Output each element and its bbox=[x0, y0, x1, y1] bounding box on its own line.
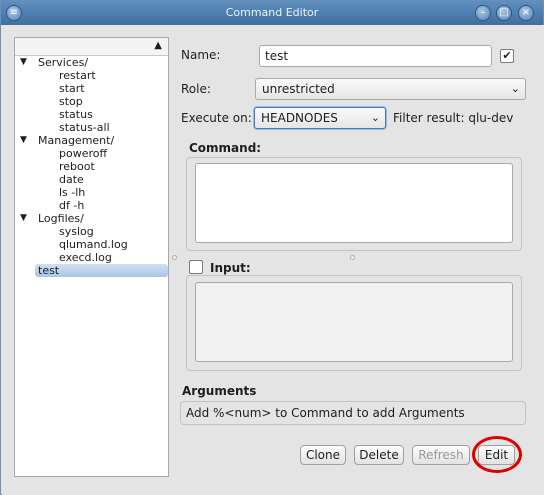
tree-item[interactable]: qlumand.log bbox=[15, 238, 168, 251]
arguments-label: Arguments bbox=[182, 384, 257, 398]
expand-arrow-icon[interactable]: ▼ bbox=[20, 212, 27, 225]
tree-item-label: test bbox=[38, 264, 60, 277]
tree-item-label: df -h bbox=[59, 199, 85, 212]
tree-item-label: ls -lh bbox=[59, 186, 86, 199]
command-editor-window: ≡ Command Editor – □ × ▲ ▼ Services/resta… bbox=[0, 0, 544, 495]
execute-on-select-value: HEADNODES bbox=[261, 111, 338, 125]
highlight-ring bbox=[472, 436, 522, 473]
close-icon[interactable]: × bbox=[518, 5, 534, 21]
tree-item[interactable]: restart bbox=[15, 69, 168, 82]
input-textarea[interactable] bbox=[195, 282, 513, 362]
tree-item-label: stop bbox=[59, 95, 83, 108]
content-area: ▲ ▼ Services/restart start stop status status… bbox=[2, 25, 544, 495]
execute-on-label: Execute on: bbox=[181, 111, 252, 125]
chevron-down-icon: ⌄ bbox=[510, 82, 520, 95]
command-label: Command: bbox=[189, 141, 262, 155]
tree-folder[interactable]: ▼ Services/ bbox=[15, 56, 168, 69]
tree-item-label: syslog bbox=[59, 225, 94, 238]
tree-item-label: Logfiles/ bbox=[38, 212, 84, 225]
tree-item[interactable]: syslog bbox=[15, 225, 168, 238]
check-icon: ✔ bbox=[502, 49, 512, 62]
delete-button[interactable]: Delete bbox=[354, 445, 404, 465]
expand-arrow-icon[interactable]: ▼ bbox=[20, 134, 27, 147]
minimize-icon[interactable]: – bbox=[475, 5, 491, 21]
refresh-button[interactable]: Refresh bbox=[412, 445, 470, 465]
tree-item[interactable]: status bbox=[15, 108, 168, 121]
tree-item[interactable]: start bbox=[15, 82, 168, 95]
role-select-value: unrestricted bbox=[262, 82, 335, 96]
tree-item-label: execd.log bbox=[59, 251, 112, 264]
tree-item-label: qlumand.log bbox=[59, 238, 128, 251]
tree-rows: ▼ Services/restart start stop status status-a… bbox=[15, 56, 168, 277]
splitter-handle-icon[interactable] bbox=[172, 255, 177, 260]
filter-result: Filter result: qlu-dev bbox=[393, 111, 514, 125]
tree-item[interactable]: date bbox=[15, 173, 168, 186]
window-title: Command Editor bbox=[225, 6, 319, 19]
input-label: Input: bbox=[210, 261, 251, 275]
tree-item-label: status bbox=[59, 108, 93, 121]
tree-item[interactable]: stop bbox=[15, 95, 168, 108]
name-checkbox[interactable]: ✔ bbox=[500, 49, 514, 63]
tree-header[interactable]: ▲ bbox=[15, 38, 168, 56]
tree-item[interactable]: test bbox=[35, 264, 168, 277]
execute-on-select[interactable]: HEADNODES ⌄ bbox=[254, 107, 386, 129]
command-tree[interactable]: ▲ ▼ Services/restart start stop status status… bbox=[14, 37, 169, 477]
tree-item-label: restart bbox=[59, 69, 96, 82]
tree-item-label: start bbox=[59, 82, 85, 95]
sort-ascending-icon[interactable]: ▲ bbox=[154, 40, 162, 51]
chevron-down-icon: ⌄ bbox=[370, 111, 380, 124]
name-input[interactable]: test bbox=[259, 45, 492, 67]
maximize-icon[interactable]: □ bbox=[496, 5, 512, 21]
name-label: Name: bbox=[181, 48, 221, 62]
tree-item-label: status-all bbox=[59, 121, 110, 134]
input-checkbox[interactable] bbox=[189, 260, 203, 274]
expand-arrow-icon[interactable]: ▼ bbox=[20, 56, 27, 69]
clone-button[interactable]: Clone bbox=[300, 445, 346, 465]
tree-item-label: reboot bbox=[59, 160, 95, 173]
tree-item[interactable]: execd.log bbox=[15, 251, 168, 264]
tree-item[interactable]: ls -lh bbox=[15, 186, 168, 199]
role-label: Role: bbox=[181, 82, 211, 96]
splitter-handle-icon[interactable] bbox=[350, 255, 355, 260]
tree-item[interactable]: reboot bbox=[15, 160, 168, 173]
titlebar[interactable]: ≡ Command Editor – □ × bbox=[1, 1, 543, 25]
tree-item-label: date bbox=[59, 173, 84, 186]
tree-item-label: poweroff bbox=[59, 147, 108, 160]
tree-item[interactable]: df -h bbox=[15, 199, 168, 212]
tree-item-label: Management/ bbox=[38, 134, 115, 147]
tree-folder[interactable]: ▼ Logfiles/ bbox=[15, 212, 168, 225]
role-select[interactable]: unrestricted ⌄ bbox=[255, 78, 526, 100]
tree-item-label: Services/ bbox=[38, 56, 89, 69]
tree-item[interactable]: poweroff bbox=[15, 147, 168, 160]
arguments-hint: Add %<num> to Command to add Arguments bbox=[180, 401, 526, 425]
command-textarea[interactable] bbox=[195, 163, 513, 243]
tree-folder[interactable]: ▼ Management/ bbox=[15, 134, 168, 147]
tree-item[interactable]: status-all bbox=[15, 121, 168, 134]
